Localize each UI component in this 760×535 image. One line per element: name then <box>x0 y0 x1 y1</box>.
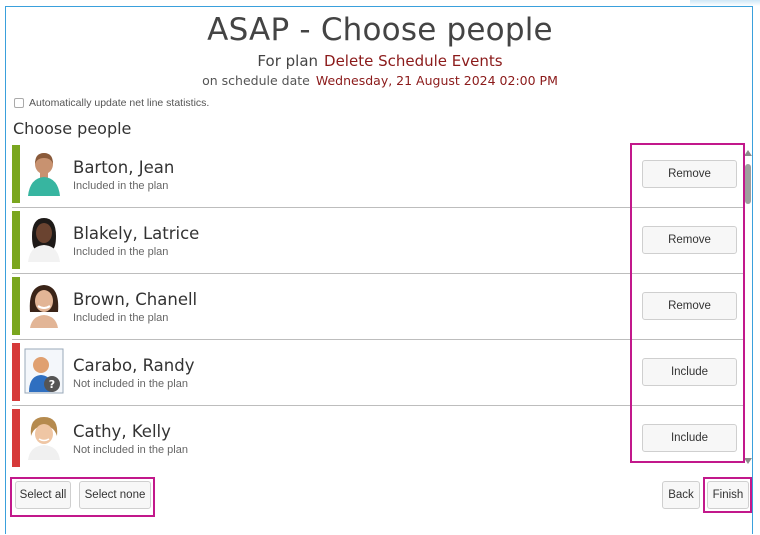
status-indicator <box>12 211 20 269</box>
remove-button[interactable]: Remove <box>642 226 737 254</box>
person-name: Carabo, Randy <box>73 356 195 375</box>
status-indicator <box>12 277 20 335</box>
person-name: Barton, Jean <box>73 158 175 177</box>
person-name: Blakely, Latrice <box>73 224 200 243</box>
back-button[interactable]: Back <box>662 481 700 509</box>
people-list: Barton, Jean Included in the plan Remove… <box>12 142 743 468</box>
date-prefix: on schedule date <box>202 73 310 88</box>
avatar <box>24 414 64 460</box>
svg-text:?: ? <box>49 378 55 391</box>
avatar <box>24 282 64 328</box>
remove-button[interactable]: Remove <box>642 292 737 320</box>
auto-update-checkbox[interactable] <box>14 98 24 108</box>
list-item: Barton, Jean Included in the plan Remove <box>12 142 743 208</box>
schedule-date-line: on schedule date Wednesday, 21 August 202… <box>0 73 760 88</box>
person-status: Not included in the plan <box>73 378 188 390</box>
scroll-down-arrow-icon[interactable] <box>744 458 752 464</box>
status-indicator <box>12 145 20 203</box>
person-status: Included in the plan <box>73 180 169 192</box>
select-all-button[interactable]: Select all <box>15 481 71 509</box>
page-title: ASAP - Choose people <box>207 12 553 48</box>
person-name: Brown, Chanell <box>73 290 198 309</box>
section-title: Choose people <box>13 119 132 138</box>
schedule-date: Wednesday, 21 August 2024 02:00 PM <box>315 73 558 88</box>
person-status: Included in the plan <box>73 246 169 258</box>
scroll-up-arrow-icon[interactable] <box>744 150 752 156</box>
auto-update-option[interactable]: Automatically update net line statistics… <box>14 97 209 109</box>
finish-button[interactable]: Finish <box>707 481 749 509</box>
person-status: Not included in the plan <box>73 444 188 456</box>
avatar-placeholder-icon: ? <box>24 348 64 394</box>
scroll-thumb[interactable] <box>745 164 751 204</box>
list-item: Cathy, Kelly Not included in the plan In… <box>12 406 743 468</box>
select-none-button[interactable]: Select none <box>79 481 151 509</box>
avatar <box>24 150 64 196</box>
list-item: ? Carabo, Randy Not included in the plan… <box>12 340 743 406</box>
plan-line: For plan Delete Schedule Events <box>0 52 760 70</box>
list-item: Brown, Chanell Included in the plan Remo… <box>12 274 743 340</box>
include-button[interactable]: Include <box>642 424 737 452</box>
status-indicator <box>12 409 20 467</box>
include-button[interactable]: Include <box>642 358 737 386</box>
auto-update-label: Automatically update net line statistics… <box>29 97 210 109</box>
person-status: Included in the plan <box>73 312 169 324</box>
avatar <box>24 216 64 262</box>
plan-prefix: For plan <box>257 52 319 70</box>
remove-button[interactable]: Remove <box>642 160 737 188</box>
person-name: Cathy, Kelly <box>73 422 171 441</box>
list-scrollbar[interactable] <box>744 150 752 466</box>
window-edge <box>690 0 760 6</box>
list-item: Blakely, Latrice Included in the plan Re… <box>12 208 743 274</box>
plan-name: Delete Schedule Events <box>324 52 503 70</box>
status-indicator <box>12 343 20 401</box>
